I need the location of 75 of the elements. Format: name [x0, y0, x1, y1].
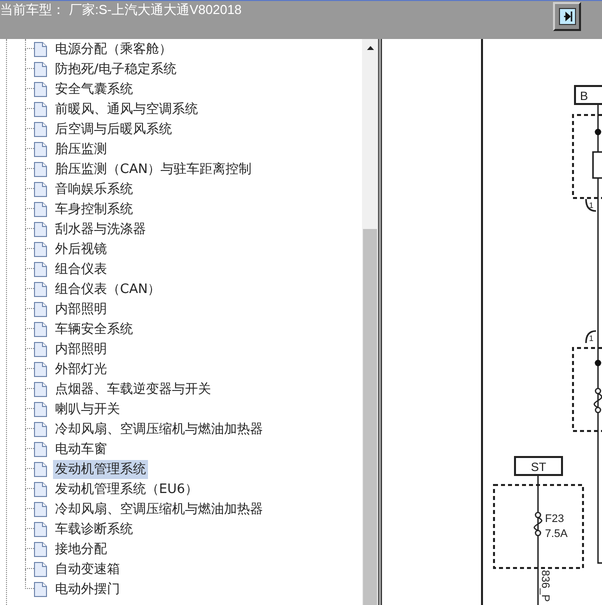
model-label: 当前车型： [0, 1, 65, 19]
document-icon [34, 242, 47, 256]
fuse-name: F23 [545, 513, 564, 525]
junction-dot [594, 128, 602, 136]
document-icon [34, 562, 47, 576]
tree-item[interactable]: 组合仪表（CAN） [53, 280, 163, 298]
document-icon [34, 122, 47, 136]
document-icon [34, 362, 47, 376]
document-icon [34, 522, 47, 536]
document-icon [34, 542, 47, 556]
tree-item[interactable]: 发动机管理系统 [53, 460, 148, 478]
pin-number: 1 [589, 334, 594, 343]
tree-item[interactable]: 音响娱乐系统 [53, 180, 135, 198]
tree-item[interactable]: 防抱死/电子稳定系统 [53, 60, 178, 78]
document-icon [34, 382, 47, 396]
panel-splitter[interactable] [378, 39, 382, 605]
document-icon [34, 482, 47, 496]
fuse-rating: 7.5A [545, 528, 568, 540]
tree-item[interactable]: 组合仪表 [53, 260, 109, 278]
document-icon [34, 322, 47, 336]
document-icon [34, 342, 47, 356]
document-icon [34, 402, 47, 416]
document-icon [34, 102, 47, 116]
tree-item[interactable]: 发动机管理系统（EU6） [53, 480, 200, 498]
terminal-tag: B [574, 85, 602, 105]
tree-item[interactable]: 电动外摆门 [53, 580, 122, 598]
tree-item[interactable]: 刮水器与洗涤器 [53, 220, 148, 238]
tree-item[interactable]: 前暖风、通风与空调系统 [53, 100, 200, 118]
tree-item[interactable]: 胎压监测 [53, 140, 109, 158]
model-name: 厂家:S-上汽大通大通V802018 [69, 1, 242, 19]
junction-dot [594, 360, 602, 366]
document-icon [34, 442, 47, 456]
document-icon [34, 62, 47, 76]
tree-item[interactable]: 冷却风扇、空调压缩机与燃油加热器 [53, 420, 265, 438]
tree-item[interactable]: 自动变速箱 [53, 560, 122, 578]
tree-item[interactable]: 点烟器、车载逆变器与开关 [53, 380, 213, 398]
terminal-tag: ST [514, 456, 563, 476]
document-icon [34, 462, 47, 476]
tree-item[interactable]: 电动车窗 [53, 440, 109, 458]
document-icon [34, 182, 47, 196]
tree-item[interactable]: 内部照明 [53, 340, 109, 358]
document-icon [34, 502, 47, 516]
tree-item[interactable]: 安全气囊系统 [53, 80, 135, 98]
document-icon [34, 82, 47, 96]
tree-item[interactable]: 外部灯光 [53, 360, 109, 378]
tree-item[interactable]: 外后视镜 [53, 240, 109, 258]
connector-symbol [585, 198, 596, 212]
tree-item[interactable]: 后空调与后暖风系统 [53, 120, 174, 138]
tree-item[interactable]: 车载诊断系统 [53, 520, 135, 538]
pin-number: 1 [589, 201, 594, 210]
document-icon [34, 422, 47, 436]
tree-item[interactable]: 内部照明 [53, 300, 109, 318]
tree-item[interactable]: 冷却风扇、空调压缩机与燃油加热器 [53, 500, 265, 518]
arrow-to-bar-icon [558, 8, 576, 25]
connector-symbol [585, 330, 596, 344]
tree-item[interactable]: 车辆安全系统 [53, 320, 135, 338]
tree-item[interactable]: 车身控制系统 [53, 200, 135, 218]
document-icon [34, 282, 47, 296]
scrollbar-thumb[interactable] [363, 229, 377, 605]
tree-item[interactable]: 喇叭与开关 [53, 400, 122, 418]
tree-item[interactable]: 胎压监测（CAN）与驻车距离控制 [53, 160, 254, 178]
panel-toggle-button[interactable] [553, 2, 581, 31]
document-icon [34, 222, 47, 236]
caret-up-icon [366, 46, 374, 50]
tree-item[interactable]: 电源分配（乘客舱） [53, 40, 174, 58]
tree-item[interactable]: 接地分配 [53, 540, 109, 558]
wire-label: 836_P [539, 570, 551, 602]
document-icon [34, 142, 47, 156]
document-icon [34, 202, 47, 216]
document-icon [34, 262, 47, 276]
fuse-symbol [534, 512, 542, 536]
document-icon [34, 42, 47, 56]
document-icon [34, 582, 47, 596]
document-icon [34, 302, 47, 316]
document-icon [34, 162, 47, 176]
